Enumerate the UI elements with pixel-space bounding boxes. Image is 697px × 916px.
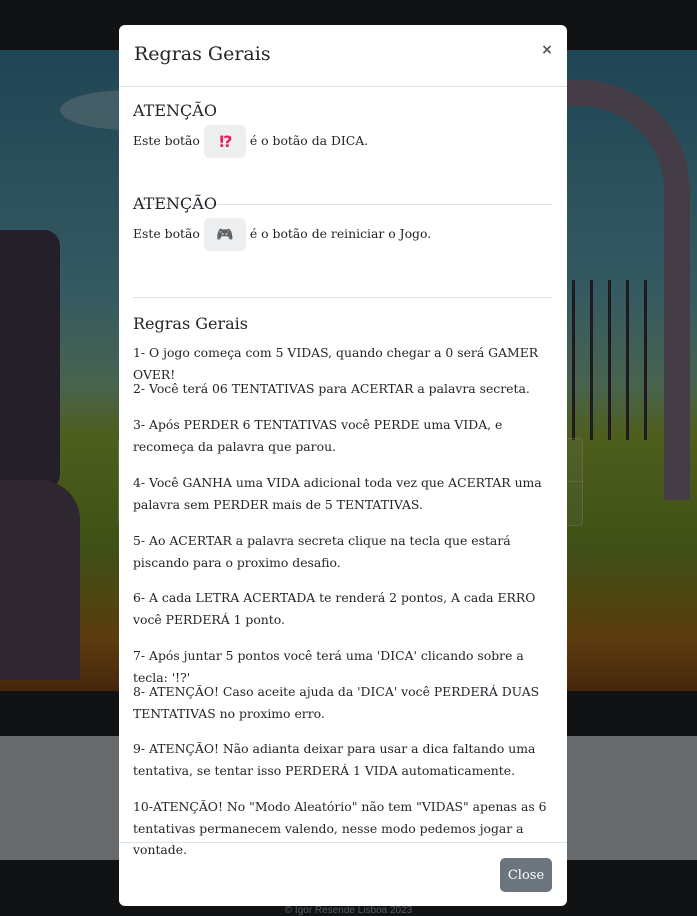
divider [133,297,552,298]
modal-title: Regras Gerais [134,43,271,65]
hint-button[interactable]: ⁉ [203,125,246,158]
rule-item: 4- Você GANHA uma VIDA adicional toda ve… [133,475,542,512]
restart-button[interactable]: 🎮 [203,218,246,251]
notice-text-after: é o botão da DICA. [249,133,369,148]
rules-modal: Regras Gerais × ATENÇÃO Este botão ⁉ é o b… [119,25,567,906]
notice-restart: ATENÇÃO Este botão 🎮 é o botão de reinicia… [133,194,431,251]
modal-header: Regras Gerais × [119,25,567,87]
rule-item: 6- A cada LETRA ACERTADA te renderá 2 po… [133,590,536,627]
rule-item: 5- Ao ACERTAR a palavra secreta clique n… [133,533,511,570]
notice-text-before: Este botão [133,226,200,241]
close-icon[interactable]: × [539,41,555,59]
rule-item: 8- ATENÇÃO! Caso aceite ajuda da 'DICA' … [133,684,540,721]
notice-text: Este botão 🎮 é o botão de reiniciar o Jogo… [133,218,431,251]
notice-text-before: Este botão [133,133,200,148]
gamepad-icon: 🎮 [216,227,234,243]
rule-item: 3- Após PERDER 6 TENTATIVAS você PERDE u… [133,417,503,454]
rule-item: 9- ATENÇÃO! Não adianta deixar para usar… [133,741,536,778]
close-button[interactable]: Close [500,858,552,892]
notice-text-after: é o botão de reiniciar o Jogo. [249,226,432,241]
notice-heading: ATENÇÃO [133,101,217,120]
notice-hint: ATENÇÃO Este botão ⁉ é o botão da DICA. [133,101,368,158]
rules-heading: Regras Gerais [133,314,249,333]
rule-item: 2- Você terá 06 TENTATIVAS para ACERTAR … [133,381,530,396]
notice-heading: ATENÇÃO [133,194,217,213]
notice-text: Este botão ⁉ é o botão da DICA. [133,125,368,158]
modal-footer: Close [119,842,567,906]
hint-icon: ⁉ [219,132,232,151]
